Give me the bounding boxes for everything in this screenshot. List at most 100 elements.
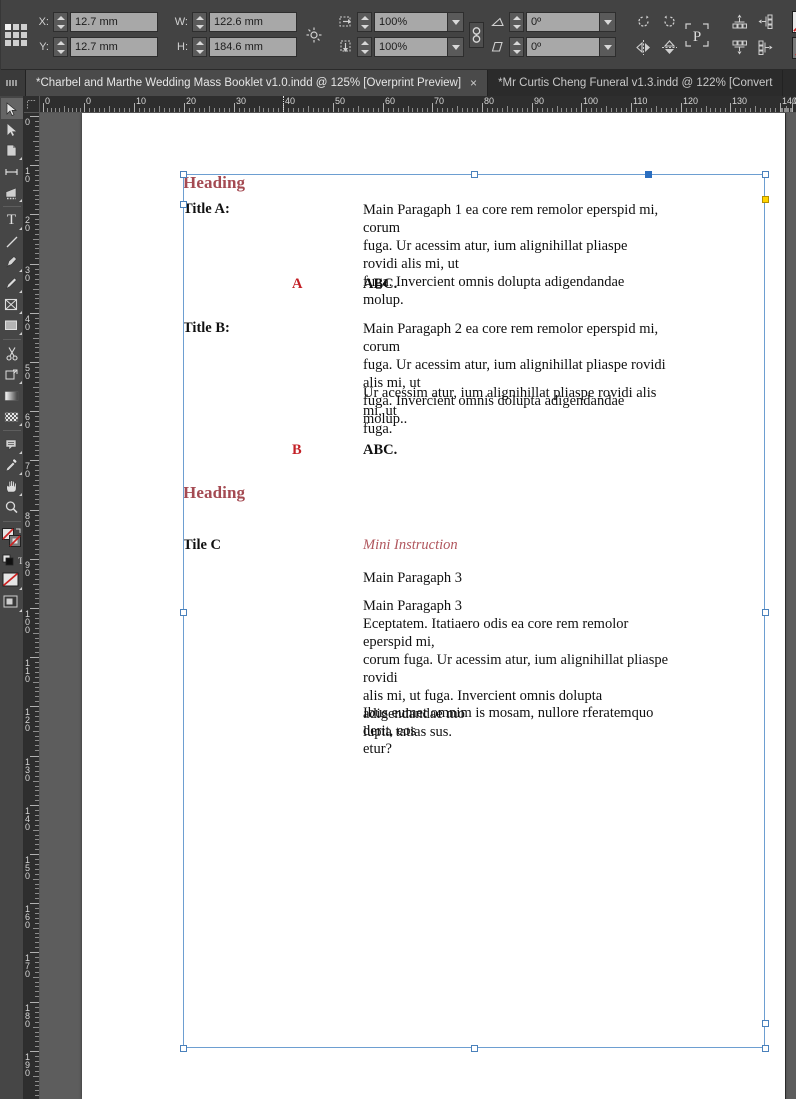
gradient-feather-tool[interactable] — [1, 406, 23, 427]
h-stepper[interactable] — [192, 37, 207, 57]
distribute-right-icon[interactable] — [752, 35, 778, 61]
light-source-icon[interactable] — [305, 22, 323, 48]
handle-in-port[interactable] — [645, 171, 652, 178]
screen-mode-icon[interactable] — [1, 591, 23, 613]
y-stepper[interactable] — [53, 37, 68, 57]
hand-tool[interactable] — [1, 476, 23, 497]
ruler-tick — [532, 103, 533, 112]
fill-stroke-proxy[interactable] — [1, 525, 23, 551]
handle-baseline-left[interactable] — [180, 201, 187, 208]
control-bar-grip[interactable] — [0, 0, 1, 70]
line-tool[interactable] — [1, 231, 23, 252]
scissors-tool[interactable] — [1, 343, 23, 364]
handle-bottom-left[interactable] — [180, 1045, 187, 1052]
ruler-tick-minor — [35, 972, 39, 973]
handle-top-center[interactable] — [471, 171, 478, 178]
ruler-tick — [30, 1002, 39, 1003]
tab-funeral-booklet[interactable]: *Mr Curtis Cheng Funeral v1.3.indd @ 122… — [488, 70, 784, 96]
note-tool[interactable] — [1, 434, 23, 455]
flip-vertical-icon[interactable] — [656, 35, 682, 61]
scale-y-stepper[interactable] — [357, 37, 372, 57]
type-tool[interactable]: T — [1, 210, 23, 231]
shear-input[interactable]: 0º — [526, 37, 600, 57]
rotation-dropdown[interactable] — [600, 12, 616, 32]
scale-y-input[interactable]: 100% — [374, 37, 448, 57]
tab-bar-grip[interactable] — [0, 70, 26, 96]
ruler-tick-minor — [35, 613, 39, 614]
ruler-tick-minor — [338, 108, 339, 112]
fill-none-swatch[interactable] — [792, 36, 796, 59]
ruler-tick-minor — [35, 996, 39, 997]
w-stepper[interactable] — [192, 12, 207, 32]
ruler-tick-minor — [537, 108, 538, 112]
selection-tool[interactable] — [0, 98, 23, 119]
ruler-label: 90 — [534, 96, 545, 106]
flip-horizontal-icon[interactable] — [630, 35, 656, 61]
x-stepper[interactable] — [53, 12, 68, 32]
handle-top-right[interactable] — [762, 171, 769, 178]
document-canvas[interactable]: Heading Title A: Main Paragaph 1 ea core… — [40, 113, 796, 1099]
horizontal-ruler[interactable]: 001020304050607080901001101201301400 — [40, 96, 796, 113]
ruler-tick-minor — [393, 108, 394, 112]
eyedropper-tool[interactable] — [1, 455, 23, 476]
x-input[interactable]: 12.7 mm — [70, 12, 158, 32]
free-transform-tool[interactable] — [1, 364, 23, 385]
ruler-tick-minor — [76, 108, 77, 112]
rectangle-frame-tool[interactable] — [1, 294, 23, 315]
default-fill-stroke-icon[interactable]: T — [1, 551, 23, 569]
handle-middle-right[interactable] — [762, 609, 769, 616]
scale-y-dropdown[interactable] — [448, 37, 464, 57]
rotate-counterclockwise-icon[interactable] — [630, 9, 656, 35]
content-collector-tool[interactable] — [1, 182, 23, 203]
scale-x-stepper[interactable] — [357, 12, 372, 32]
pencil-tool[interactable] — [1, 273, 23, 294]
selected-text-frame[interactable] — [180, 171, 769, 1052]
gradient-swatch-tool[interactable] — [1, 385, 23, 406]
ruler-tick-minor — [94, 108, 95, 112]
ruler-tick-minor — [35, 815, 39, 816]
handle-corner-options[interactable] — [762, 196, 769, 203]
w-input[interactable]: 122.6 mm — [209, 12, 297, 32]
rectangle-tool[interactable] — [1, 315, 23, 336]
page-tool[interactable] — [1, 140, 23, 161]
handle-top-left[interactable] — [180, 171, 187, 178]
reference-point-selector[interactable] — [5, 12, 27, 58]
stroke-none-swatch[interactable] — [792, 10, 796, 33]
apply-none-swatch[interactable] — [1, 569, 23, 591]
distribute-top-icon[interactable] — [726, 9, 752, 35]
document-page[interactable]: Heading Title A: Main Paragaph 1 ea core… — [82, 113, 785, 1099]
toolbox-panel: T T — [0, 96, 24, 1099]
ruler-tick-minor — [576, 108, 577, 112]
direct-selection-tool[interactable] — [1, 119, 23, 140]
shear-dropdown[interactable] — [600, 37, 616, 57]
frame-fitting-options-icon[interactable]: P — [682, 15, 712, 55]
shear-angle-icon — [489, 40, 507, 54]
close-icon[interactable]: × — [470, 76, 477, 90]
rotation-input[interactable]: 0º — [526, 12, 600, 32]
ruler-tick-minor — [35, 195, 39, 196]
ruler-tick-minor — [35, 820, 39, 821]
ruler-tick-minor — [35, 431, 39, 432]
h-input[interactable]: 184.6 mm — [209, 37, 297, 57]
ruler-tick-minor — [788, 108, 789, 112]
rotation-stepper[interactable] — [509, 12, 524, 32]
ruler-origin-corner[interactable] — [24, 96, 40, 113]
handle-middle-left[interactable] — [180, 609, 187, 616]
constrain-proportions-toggle[interactable] — [469, 21, 484, 48]
pen-tool[interactable] — [1, 252, 23, 273]
rotate-clockwise-icon[interactable] — [656, 9, 682, 35]
scale-x-dropdown[interactable] — [448, 12, 464, 32]
gap-tool[interactable] — [1, 161, 23, 182]
distribute-bottom-icon[interactable] — [726, 35, 752, 61]
ruler-tick — [681, 103, 682, 112]
tab-wedding-booklet[interactable]: *Charbel and Marthe Wedding Mass Booklet… — [26, 70, 489, 96]
handle-out-port[interactable] — [762, 1020, 769, 1027]
shear-stepper[interactable] — [509, 37, 524, 57]
scale-x-input[interactable]: 100% — [374, 12, 448, 32]
handle-bottom-right[interactable] — [762, 1045, 769, 1052]
vertical-ruler[interactable]: 0 10 20 30 40 50 60 70 80 90 100 110 120 130 140 150 160… — [24, 113, 40, 1099]
zoom-tool[interactable] — [1, 497, 23, 518]
handle-bottom-center[interactable] — [471, 1045, 478, 1052]
distribute-left-icon[interactable] — [752, 9, 778, 35]
y-input[interactable]: 12.7 mm — [70, 37, 158, 57]
